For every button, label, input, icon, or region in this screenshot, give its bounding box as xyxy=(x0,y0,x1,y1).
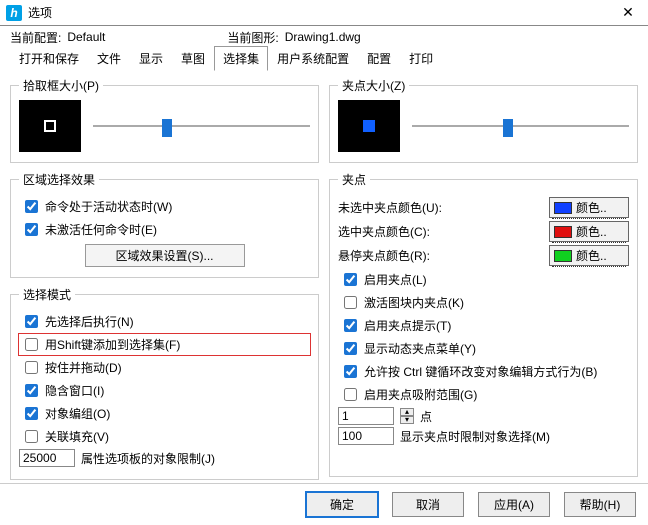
tab-configure[interactable]: 配置 xyxy=(358,46,400,71)
gripsize-slider[interactable] xyxy=(412,116,629,136)
current-drawing-label: 当前图形: xyxy=(227,29,278,46)
region-select-group: 区域选择效果 命令处于活动状态时(W) 未激活任何命令时(E) 区域效果设置(S… xyxy=(10,171,319,278)
display-limit-input[interactable] xyxy=(338,427,394,445)
tab-print[interactable]: 打印 xyxy=(400,46,442,71)
snap-input[interactable] xyxy=(338,407,394,425)
app-logo-icon: h xyxy=(6,5,22,21)
chk-dynamic-menu[interactable]: 显示动态夹点菜单(Y) xyxy=(338,338,629,359)
current-config-value: Default xyxy=(67,30,227,44)
ok-button[interactable]: 确定 xyxy=(306,492,378,517)
region-legend: 区域选择效果 xyxy=(19,171,99,188)
grips-legend: 夹点 xyxy=(338,171,370,188)
hover-color-label: 悬停夹点颜色(R): xyxy=(338,247,543,264)
chk-no-cmd[interactable]: 未激活任何命令时(E) xyxy=(19,219,310,240)
pickbox-group: 拾取框大小(P) xyxy=(10,77,319,163)
display-limit-label: 显示夹点时限制对象选择(M) xyxy=(400,428,550,445)
dialog-footer: 确定 取消 应用(A) 帮助(H) xyxy=(0,483,648,525)
gripsize-legend: 夹点大小(Z) xyxy=(338,77,409,94)
unsel-swatch xyxy=(554,202,572,214)
tab-draft[interactable]: 草图 xyxy=(172,46,214,71)
pickbox-slider[interactable] xyxy=(93,116,310,136)
sel-color-button[interactable]: 颜色.. xyxy=(549,221,629,242)
close-icon[interactable]: ✕ xyxy=(608,0,648,26)
chk-active-cmd[interactable]: 命令处于活动状态时(W) xyxy=(19,196,310,217)
help-button[interactable]: 帮助(H) xyxy=(564,492,636,517)
apply-button[interactable]: 应用(A) xyxy=(478,492,550,517)
tab-selection[interactable]: 选择集 xyxy=(214,46,268,71)
chk-implied-window[interactable]: 隐含窗口(I) xyxy=(19,380,310,401)
selection-mode-group: 选择模式 先选择后执行(N) 用Shift键添加到选择集(F) 按住并拖动(D)… xyxy=(10,286,319,480)
tab-open-save[interactable]: 打开和保存 xyxy=(10,46,88,71)
object-limit-input[interactable] xyxy=(19,449,75,467)
chk-object-group[interactable]: 对象编组(O) xyxy=(19,403,310,424)
chk-block-grips[interactable]: 激活图块内夹点(K) xyxy=(338,292,629,313)
window-title: 选项 xyxy=(28,4,52,21)
unsel-color-label: 未选中夹点颜色(U): xyxy=(338,199,543,216)
grips-group: 夹点 未选中夹点颜色(U): 颜色.. 选中夹点颜色(C): 颜色.. xyxy=(329,171,638,477)
chk-snap-range[interactable]: 启用夹点吸附范围(G) xyxy=(338,384,629,405)
chk-select-first[interactable]: 先选择后执行(N) xyxy=(19,311,310,332)
chk-enable-grips[interactable]: 启用夹点(L) xyxy=(338,269,629,290)
chk-assoc-hatch[interactable]: 关联填充(V) xyxy=(19,426,310,447)
unsel-color-button[interactable]: 颜色.. xyxy=(549,197,629,218)
sel-color-label: 选中夹点颜色(C): xyxy=(338,223,543,240)
chk-press-drag[interactable]: 按住并拖动(D) xyxy=(19,357,310,378)
current-config-label: 当前配置: xyxy=(10,29,61,46)
tabs: 打开和保存 文件 显示 草图 选择集 用户系统配置 配置 打印 xyxy=(0,46,648,71)
right-column: 夹点大小(Z) 夹点 未选中夹点颜色(U): 颜色.. xyxy=(329,77,638,477)
region-settings-button[interactable]: 区域效果设置(S)... xyxy=(85,244,245,267)
pickbox-legend: 拾取框大小(P) xyxy=(19,77,103,94)
hover-color-button[interactable]: 颜色.. xyxy=(549,245,629,266)
gripsize-preview xyxy=(338,100,400,152)
left-column: 拾取框大小(P) 区域选择效果 命令处于活动状态时(W) 未激活任何命令时(E)… xyxy=(10,77,319,477)
hover-swatch xyxy=(554,250,572,262)
mode-legend: 选择模式 xyxy=(19,286,75,303)
cancel-button[interactable]: 取消 xyxy=(392,492,464,517)
sel-swatch xyxy=(554,226,572,238)
snap-spinner-down-icon[interactable]: ▾ xyxy=(400,416,414,424)
tab-file[interactable]: 文件 xyxy=(88,46,130,71)
object-limit-label: 属性选项板的对象限制(J) xyxy=(81,450,215,467)
pickbox-preview xyxy=(19,100,81,152)
chk-grip-tips[interactable]: 启用夹点提示(T) xyxy=(338,315,629,336)
snap-label: 点 xyxy=(420,408,432,425)
title-bar: h 选项 ✕ xyxy=(0,0,648,26)
tab-display[interactable]: 显示 xyxy=(130,46,172,71)
current-drawing-value: Drawing1.dwg xyxy=(285,30,445,44)
tab-user-system[interactable]: 用户系统配置 xyxy=(268,46,358,71)
gripsize-group: 夹点大小(Z) xyxy=(329,77,638,163)
chk-ctrl-cycle[interactable]: 允许按 Ctrl 键循环改变对象编辑方式行为(B) xyxy=(338,361,629,382)
chk-shift-add[interactable]: 用Shift键添加到选择集(F) xyxy=(19,334,310,355)
config-row: 当前配置: Default 当前图形: Drawing1.dwg xyxy=(0,26,648,46)
